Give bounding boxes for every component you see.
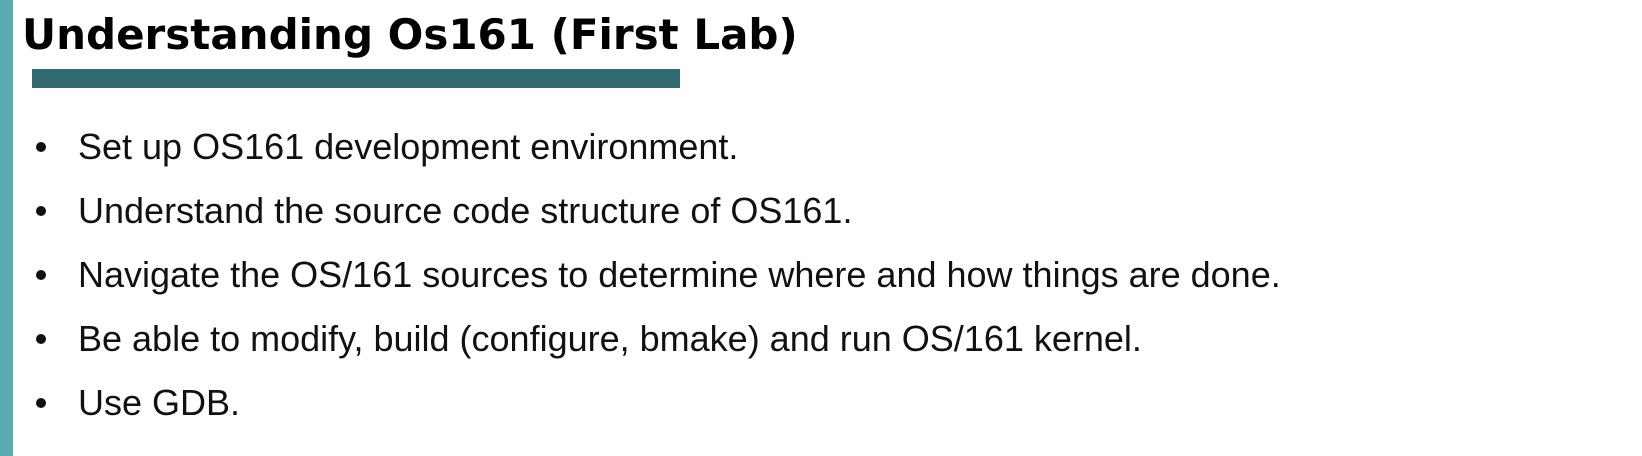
- bullet-item-setup: Set up OS161 development environment.: [36, 115, 1281, 179]
- bullet-list: Set up OS161 development environment. Un…: [36, 115, 1281, 435]
- bullet-item-build-run: Be able to modify, build (configure, bma…: [36, 307, 1281, 371]
- bullet-text: Set up OS161 development environment.: [78, 126, 739, 167]
- bullet-text: Understand the source code structure of …: [78, 190, 853, 231]
- bullet-text: Navigate the OS/161 sources to determine…: [78, 254, 1281, 295]
- bullet-text: Be able to modify, build (configure, bma…: [78, 318, 1142, 359]
- slide: Understanding Os161 (First Lab) Set up O…: [0, 0, 1642, 456]
- bullet-item-navigate: Navigate the OS/161 sources to determine…: [36, 243, 1281, 307]
- bullet-dot-icon: [36, 142, 46, 152]
- bullet-text: Use GDB.: [78, 382, 241, 423]
- bullet-dot-icon: [36, 206, 46, 216]
- title-underline-bar: [32, 69, 680, 88]
- bullet-dot-icon: [36, 398, 46, 408]
- bullet-dot-icon: [36, 270, 46, 280]
- bullet-dot-icon: [36, 334, 46, 344]
- left-accent-bar: [0, 0, 13, 456]
- bullet-item-source-structure: Understand the source code structure of …: [36, 179, 1281, 243]
- bullet-item-gdb: Use GDB.: [36, 371, 1281, 435]
- slide-title: Understanding Os161 (First Lab): [22, 10, 798, 59]
